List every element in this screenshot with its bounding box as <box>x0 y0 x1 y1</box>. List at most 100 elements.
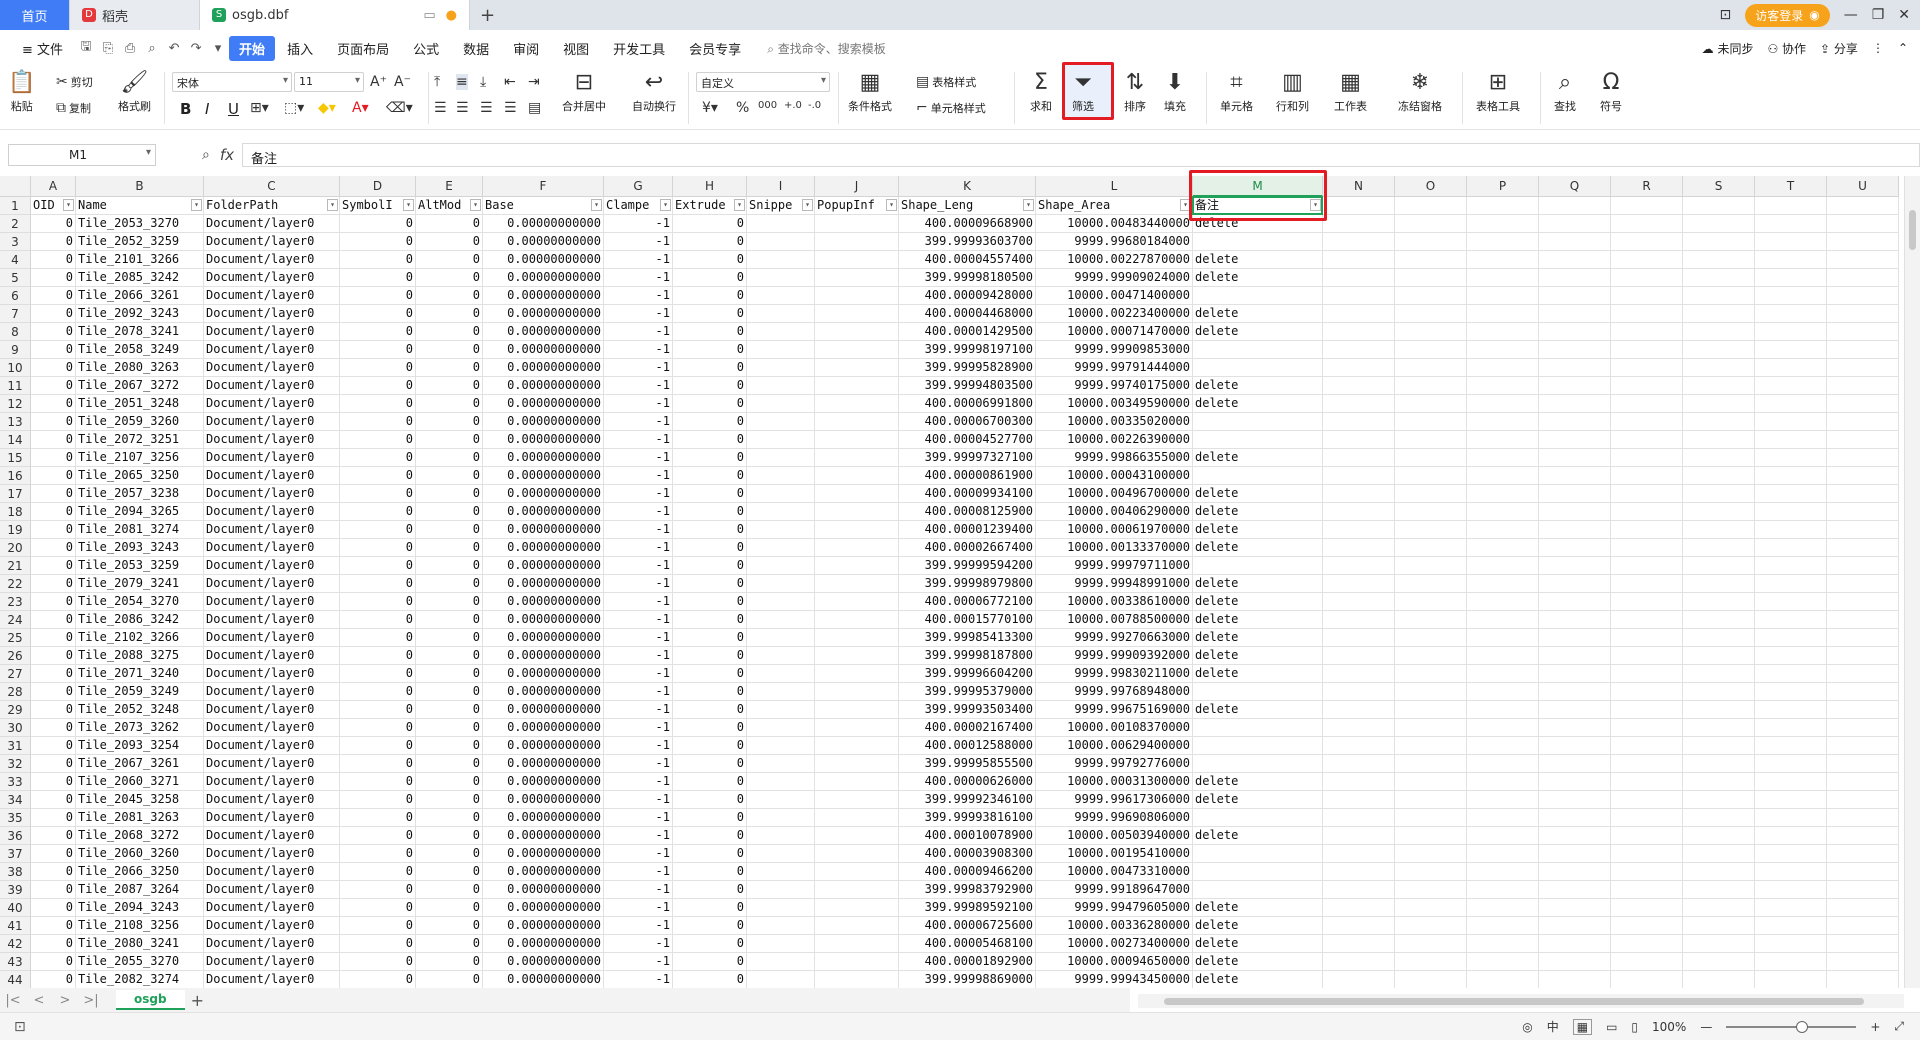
minimize-icon[interactable]: — <box>1844 7 1858 23</box>
table-cell[interactable] <box>1539 377 1611 395</box>
table-cell[interactable] <box>1467 917 1539 935</box>
row-header[interactable]: 7 <box>0 305 31 323</box>
table-cell[interactable]: 0.00000000000 <box>483 377 604 395</box>
table-cell[interactable]: 10000.00473310000 <box>1036 863 1193 881</box>
table-cell[interactable] <box>1323 953 1395 971</box>
table-cell[interactable] <box>1611 377 1683 395</box>
table-cell[interactable]: Tile_2059_3260 <box>76 413 204 431</box>
table-cell[interactable]: Document/layer0 <box>204 467 340 485</box>
row-header[interactable]: 39 <box>0 881 31 899</box>
table-cell[interactable]: 0 <box>673 575 747 593</box>
tab-review[interactable]: 审阅 <box>501 39 551 58</box>
table-cell[interactable]: 0 <box>416 503 483 521</box>
table-cell[interactable] <box>1395 449 1467 467</box>
table-cell[interactable] <box>1755 629 1827 647</box>
table-cell[interactable] <box>1755 611 1827 629</box>
table-cell[interactable]: 0 <box>31 467 76 485</box>
table-cell[interactable]: 0 <box>340 665 416 683</box>
table-cell[interactable] <box>1683 737 1755 755</box>
table-cell[interactable] <box>1827 755 1899 773</box>
table-cell[interactable] <box>1611 809 1683 827</box>
table-cell[interactable]: 0 <box>340 503 416 521</box>
table-cell[interactable]: Tile_2059_3249 <box>76 683 204 701</box>
formula-input[interactable]: 备注 <box>242 143 1920 167</box>
row-header[interactable]: 18 <box>0 503 31 521</box>
table-cell[interactable]: 0.00000000000 <box>483 467 604 485</box>
table-cell[interactable]: 0 <box>416 827 483 845</box>
table-cell[interactable] <box>1539 467 1611 485</box>
table-cell[interactable]: -1 <box>604 341 673 359</box>
table-cell[interactable] <box>815 611 899 629</box>
table-cell[interactable]: 0.00000000000 <box>483 953 604 971</box>
table-cell[interactable] <box>1323 971 1395 988</box>
tab-start[interactable]: 开始 <box>229 35 276 61</box>
filter-dropdown-icon[interactable]: ▾ <box>63 199 74 211</box>
table-cell[interactable] <box>1683 323 1755 341</box>
table-cell[interactable] <box>747 251 815 269</box>
table-cell[interactable] <box>1323 539 1395 557</box>
row-header[interactable]: 11 <box>0 377 31 395</box>
table-cell[interactable] <box>815 629 899 647</box>
table-cell[interactable]: 0 <box>31 251 76 269</box>
table-cell[interactable] <box>1827 773 1899 791</box>
table-cell[interactable] <box>747 971 815 988</box>
table-cell[interactable] <box>1193 413 1323 431</box>
table-cell[interactable] <box>1539 971 1611 988</box>
table-cell[interactable]: 0.00000000000 <box>483 269 604 287</box>
table-cell[interactable] <box>747 935 815 953</box>
table-cell[interactable]: 0 <box>673 971 747 988</box>
table-cell[interactable]: 0 <box>673 755 747 773</box>
tab-docer[interactable]: D 稻壳 <box>70 0 200 30</box>
table-cell[interactable]: Document/layer0 <box>204 953 340 971</box>
table-cell[interactable] <box>1395 773 1467 791</box>
table-cell[interactable] <box>815 647 899 665</box>
table-cell[interactable]: 0 <box>31 827 76 845</box>
table-cell[interactable]: 400.00009934100 <box>899 485 1036 503</box>
table-cell[interactable] <box>1539 233 1611 251</box>
table-cell[interactable]: Tile_2052_3248 <box>76 701 204 719</box>
table-cell[interactable] <box>1683 233 1755 251</box>
table-cell[interactable]: 399.99993816100 <box>899 809 1036 827</box>
table-cell[interactable]: 0.00000000000 <box>483 719 604 737</box>
table-cell[interactable] <box>1539 647 1611 665</box>
row-header[interactable]: 21 <box>0 557 31 575</box>
table-cell[interactable] <box>1193 809 1323 827</box>
table-cell[interactable]: 399.99998197100 <box>899 341 1036 359</box>
row-header[interactable]: 43 <box>0 953 31 971</box>
filter-dropdown-icon[interactable]: ▾ <box>734 199 745 211</box>
table-cell[interactable] <box>1683 485 1755 503</box>
table-cell[interactable]: Tile_2101_3266 <box>76 251 204 269</box>
table-cell[interactable]: 0 <box>673 809 747 827</box>
table-cell[interactable]: delete <box>1193 305 1323 323</box>
indent-decrease-icon[interactable]: ⇤ <box>504 74 516 90</box>
table-cell[interactable]: 0 <box>673 899 747 917</box>
row-header[interactable]: 2 <box>0 215 31 233</box>
table-cell[interactable]: 0 <box>340 467 416 485</box>
table-cell[interactable]: Document/layer0 <box>204 701 340 719</box>
table-cell[interactable]: 0.00000000000 <box>483 359 604 377</box>
table-cell[interactable]: Document/layer0 <box>204 935 340 953</box>
table-cell[interactable] <box>1827 413 1899 431</box>
field-header-cell[interactable] <box>1539 197 1611 215</box>
table-cell[interactable] <box>1755 863 1827 881</box>
table-cell[interactable] <box>1611 701 1683 719</box>
row-header[interactable]: 23 <box>0 593 31 611</box>
table-cell[interactable]: 400.00009466200 <box>899 863 1036 881</box>
table-cell[interactable] <box>815 899 899 917</box>
table-cell[interactable]: 10000.00336280000 <box>1036 917 1193 935</box>
table-cell[interactable]: 399.99989592100 <box>899 899 1036 917</box>
table-cell[interactable] <box>747 323 815 341</box>
table-cell[interactable] <box>747 863 815 881</box>
table-cell[interactable] <box>1323 269 1395 287</box>
table-cell[interactable] <box>747 683 815 701</box>
column-header-h[interactable]: H <box>673 176 747 197</box>
table-cell[interactable] <box>1683 719 1755 737</box>
table-cell[interactable] <box>1467 485 1539 503</box>
table-cell[interactable]: 0 <box>31 395 76 413</box>
table-cell[interactable]: 9999.99866355000 <box>1036 449 1193 467</box>
table-cell[interactable]: 0 <box>31 809 76 827</box>
table-cell[interactable]: 10000.00483440000 <box>1036 215 1193 233</box>
file-menu[interactable]: ≡ 文件 <box>10 39 75 58</box>
table-cell[interactable] <box>1827 809 1899 827</box>
table-cell[interactable]: 399.99998869000 <box>899 971 1036 988</box>
